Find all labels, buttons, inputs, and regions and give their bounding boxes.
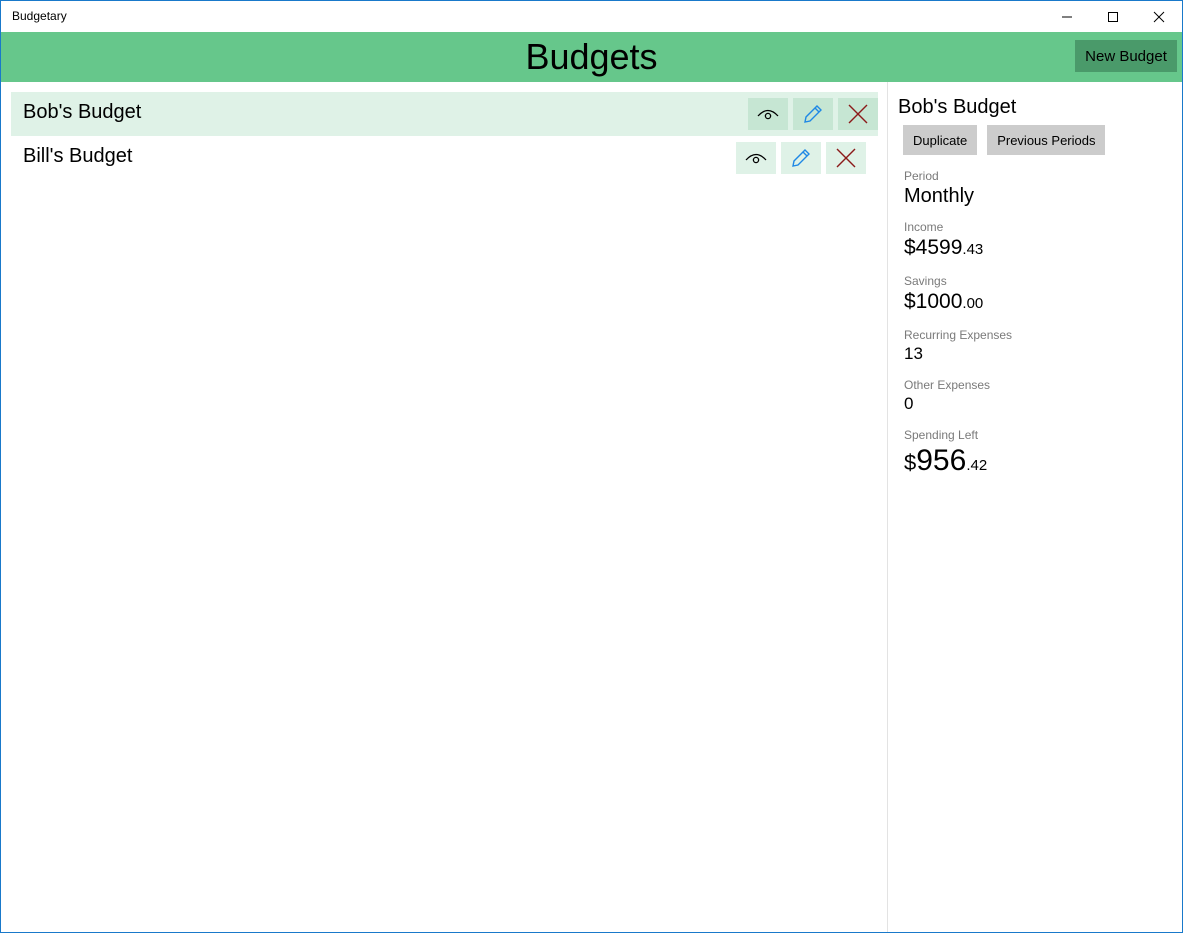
recurring-expenses-value: 13 bbox=[904, 344, 923, 363]
budget-actions bbox=[748, 98, 878, 130]
spending-sign: $ bbox=[904, 450, 917, 475]
spending-left-field: Spending Left $956.42 bbox=[904, 428, 1168, 478]
income-label: Income bbox=[904, 220, 944, 234]
period-field: Period Monthly bbox=[904, 169, 1168, 208]
details-actions: Duplicate Previous Periods bbox=[903, 125, 1168, 155]
recurring-expenses-label: Recurring Expenses bbox=[904, 328, 1013, 342]
close-icon bbox=[1153, 11, 1165, 22]
spending-cents: .42 bbox=[966, 457, 988, 474]
close-icon bbox=[848, 104, 868, 124]
spending-dollars: 956 bbox=[916, 444, 967, 477]
savings-dollars: $1000 bbox=[904, 290, 963, 313]
close-window-button[interactable] bbox=[1136, 1, 1182, 32]
title-bar: Budgetary bbox=[1, 1, 1182, 32]
edit-budget-button[interactable] bbox=[781, 142, 821, 174]
budget-name: Bob's Budget bbox=[23, 101, 142, 123]
details-title: Bob's Budget bbox=[898, 96, 1017, 118]
pencil-icon bbox=[792, 149, 810, 167]
budget-details-panel: Bob's Budget Duplicate Previous Periods … bbox=[898, 96, 1168, 478]
budget-list: Bob's Budget Bill's Budget bbox=[11, 92, 878, 180]
other-expenses-field: Other Expenses 0 bbox=[904, 378, 1168, 414]
new-budget-button[interactable]: New Budget bbox=[1075, 40, 1177, 72]
minimize-button[interactable] bbox=[1044, 1, 1090, 32]
eye-icon bbox=[757, 109, 779, 120]
savings-value: $1000.00 bbox=[904, 290, 1168, 314]
income-value: $4599.43 bbox=[904, 236, 1168, 260]
view-budget-button[interactable] bbox=[736, 142, 776, 174]
period-label: Period bbox=[904, 169, 939, 183]
budget-name: Bill's Budget bbox=[23, 145, 133, 167]
spending-left-label: Spending Left bbox=[904, 428, 979, 442]
minimize-icon bbox=[1062, 16, 1072, 17]
view-budget-button[interactable] bbox=[748, 98, 788, 130]
budget-row[interactable]: Bob's Budget bbox=[11, 92, 878, 136]
eye-icon bbox=[745, 153, 767, 164]
delete-budget-button[interactable] bbox=[826, 142, 866, 174]
income-field: Income $4599.43 bbox=[904, 220, 1168, 260]
app-title: Budgetary bbox=[12, 9, 67, 23]
savings-label: Savings bbox=[904, 274, 947, 288]
previous-periods-button[interactable]: Previous Periods bbox=[987, 125, 1106, 155]
budget-actions bbox=[736, 142, 866, 174]
savings-field: Savings $1000.00 bbox=[904, 274, 1168, 314]
period-value: Monthly bbox=[904, 185, 975, 207]
panel-divider bbox=[887, 82, 888, 932]
maximize-icon bbox=[1108, 11, 1118, 22]
recurring-expenses-field: Recurring Expenses 13 bbox=[904, 328, 1168, 364]
page-header: Budgets New Budget bbox=[1, 32, 1182, 82]
spending-left-value: $956.42 bbox=[904, 444, 1168, 478]
other-expenses-label: Other Expenses bbox=[904, 378, 991, 392]
income-cents: .43 bbox=[962, 241, 984, 258]
savings-cents: .00 bbox=[962, 295, 984, 312]
income-dollars: $4599 bbox=[904, 236, 963, 259]
delete-budget-button[interactable] bbox=[838, 98, 878, 130]
other-expenses-value: 0 bbox=[904, 394, 914, 413]
budget-row[interactable]: Bill's Budget bbox=[11, 136, 878, 180]
close-icon bbox=[836, 148, 856, 168]
page-title: Budgets bbox=[525, 36, 658, 77]
pencil-icon bbox=[804, 105, 822, 123]
duplicate-button[interactable]: Duplicate bbox=[903, 125, 978, 155]
maximize-button[interactable] bbox=[1090, 1, 1136, 32]
app-window: Budgetary Budgets New Budget Bob's Budge… bbox=[0, 0, 1183, 933]
edit-budget-button[interactable] bbox=[793, 98, 833, 130]
